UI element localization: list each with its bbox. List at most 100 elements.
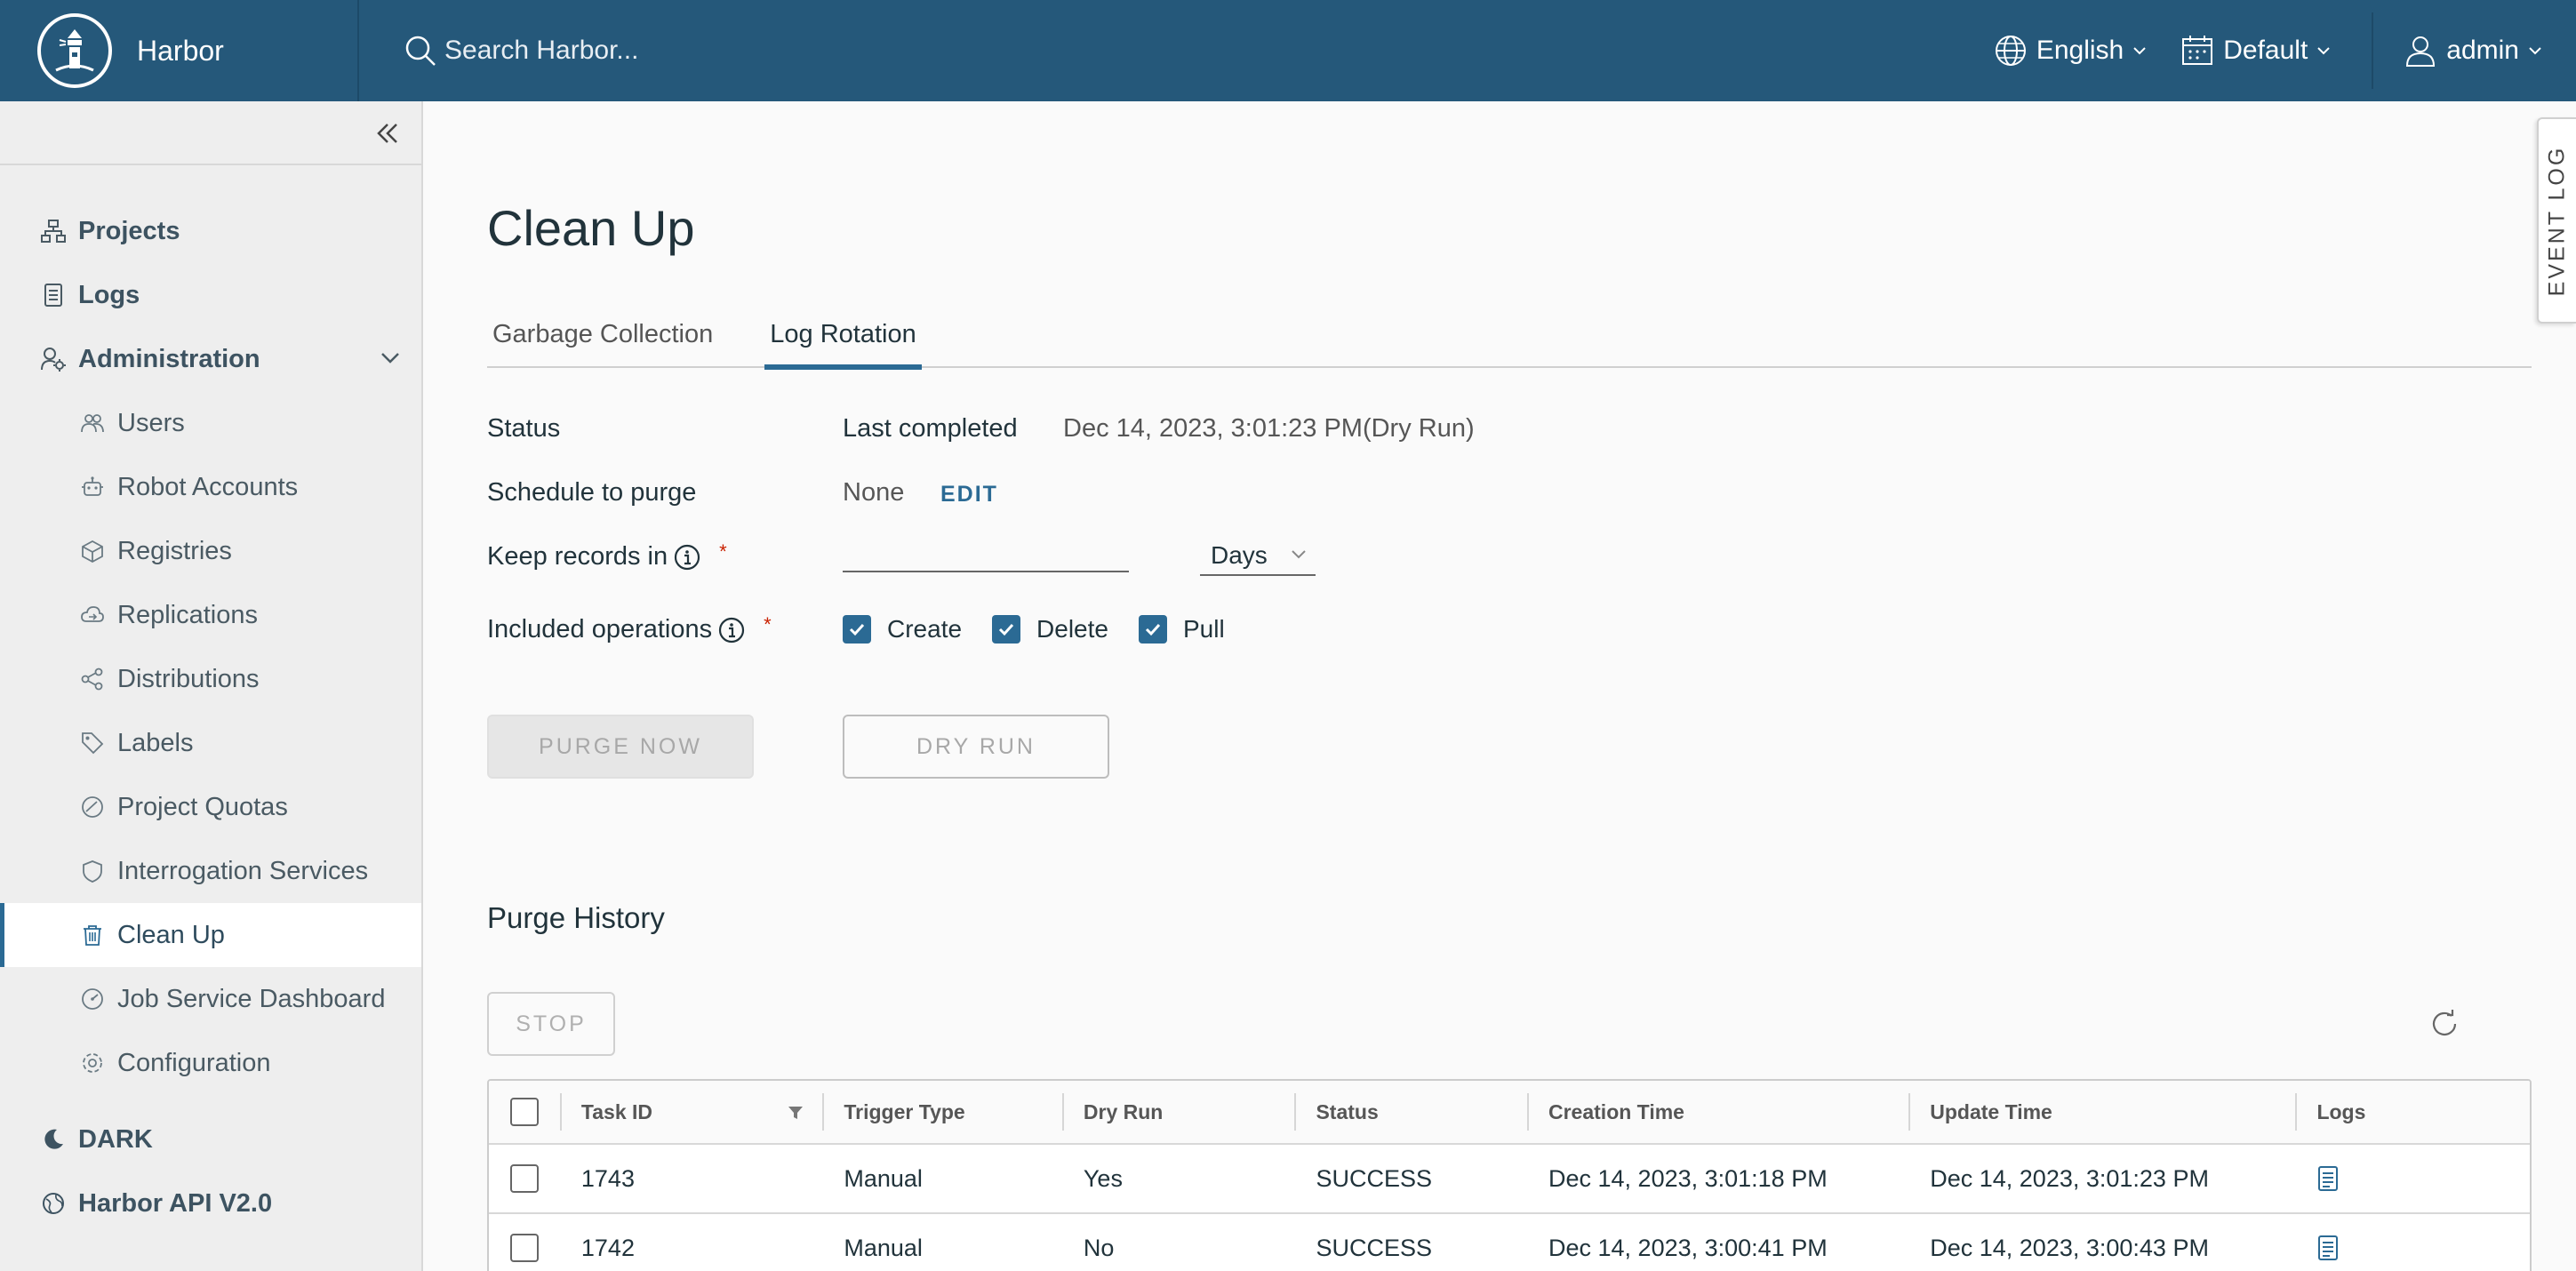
- user-name: admin: [2446, 36, 2519, 65]
- checkbox-label: Delete: [1036, 615, 1108, 643]
- select-all-checkbox[interactable]: [510, 1098, 539, 1126]
- status-label-text: Status: [487, 414, 561, 443]
- search-input[interactable]: [444, 36, 1067, 66]
- keep-records-label-text: Keep records in: [487, 542, 668, 571]
- page-title: Clean Up: [487, 200, 695, 256]
- sidebar-item-label: Projects: [78, 216, 180, 245]
- cell-update-time: Dec 14, 2023, 3:01:23 PM: [1930, 1164, 2209, 1192]
- cell-trigger-type: Manual: [844, 1164, 923, 1192]
- checkbox-delete[interactable]: Delete: [992, 615, 1108, 643]
- sidebar-item-users[interactable]: Users: [0, 391, 421, 455]
- info-icon[interactable]: [673, 543, 701, 572]
- purge-now-button[interactable]: PURGE NOW: [487, 715, 754, 779]
- dark-mode-toggle[interactable]: DARK: [0, 1107, 421, 1171]
- cell-status: SUCCESS: [1316, 1234, 1432, 1261]
- sidebar-item-label: Administration: [78, 344, 260, 373]
- globe-icon: [1994, 34, 2028, 68]
- language-label: English: [2036, 36, 2124, 65]
- keep-records-label: Keep records in *: [487, 540, 727, 572]
- sidebar-item-projects[interactable]: Projects: [0, 199, 421, 263]
- brand[interactable]: Harbor: [0, 0, 359, 101]
- log-file-icon[interactable]: [2316, 1165, 2340, 1192]
- column-logs: Logs: [2295, 1081, 2530, 1143]
- checkmark-icon: [1138, 615, 1167, 643]
- gear-icon: [78, 1049, 107, 1077]
- filter-icon[interactable]: [787, 1104, 804, 1122]
- schedule-label-text: Schedule to purge: [487, 478, 697, 507]
- column-creation-time[interactable]: Creation Time: [1527, 1081, 1908, 1143]
- refresh-icon[interactable]: [2428, 1008, 2460, 1040]
- cell-dry-run: Yes: [1083, 1164, 1123, 1192]
- header-divider: [2372, 12, 2374, 89]
- sidebar-item-configuration[interactable]: Configuration: [0, 1031, 421, 1095]
- purge-history-title: Purge History: [487, 901, 665, 934]
- sidebar-item-label: Replications: [117, 600, 258, 629]
- keep-unit-select[interactable]: Days: [1200, 537, 1316, 576]
- chevron-down-icon: [379, 347, 402, 370]
- sidebar-item-registries[interactable]: Registries: [0, 519, 421, 583]
- cell-creation-time: Dec 14, 2023, 3:01:18 PM: [1548, 1164, 1828, 1192]
- sidebar-item-interrogation-services[interactable]: Interrogation Services: [0, 839, 421, 903]
- column-label: Task ID: [580, 1099, 652, 1123]
- checkbox-pull[interactable]: Pull: [1138, 615, 1225, 643]
- event-log-tab[interactable]: EVENT LOG: [2537, 117, 2576, 324]
- main-content: Clean Up Garbage Collection Log Rotation…: [423, 101, 2576, 1271]
- column-update-time[interactable]: Update Time: [1908, 1081, 2295, 1143]
- scope-dropdown[interactable]: Default: [2180, 34, 2331, 68]
- tab-log-rotation[interactable]: Log Rotation: [764, 315, 923, 370]
- keep-records-input[interactable]: [843, 532, 1129, 572]
- dry-run-button[interactable]: DRY RUN: [843, 715, 1109, 779]
- trash-icon: [78, 921, 107, 949]
- edit-schedule-link[interactable]: EDIT: [940, 482, 998, 508]
- share-icon: [78, 665, 107, 693]
- column-trigger-type[interactable]: Trigger Type: [822, 1081, 1062, 1143]
- moon-icon: [39, 1125, 68, 1154]
- stop-button[interactable]: STOP: [487, 992, 615, 1056]
- harbor-api-link[interactable]: Harbor API V2.0: [0, 1171, 421, 1235]
- calendar-icon: [2180, 34, 2214, 68]
- search-icon[interactable]: [404, 34, 437, 68]
- sidebar-item-label: Users: [117, 408, 185, 437]
- top-header: Harbor English Default admin: [0, 0, 2576, 101]
- column-status[interactable]: Status: [1294, 1081, 1527, 1143]
- tab-garbage-collection[interactable]: Garbage Collection: [487, 315, 718, 368]
- row-checkbox[interactable]: [510, 1164, 539, 1193]
- log-file-icon[interactable]: [2316, 1235, 2340, 1261]
- checkbox-create[interactable]: Create: [843, 615, 962, 643]
- user-menu[interactable]: admin: [2404, 34, 2542, 68]
- sidebar-item-project-quotas[interactable]: Project Quotas: [0, 775, 421, 839]
- registries-icon: [78, 537, 107, 565]
- user-icon: [2404, 34, 2437, 68]
- operations-checkboxes: Create Delete Pull: [843, 615, 1255, 643]
- cloud-replication-icon: [78, 601, 107, 629]
- column-dry-run[interactable]: Dry Run: [1061, 1081, 1295, 1143]
- sidebar-item-distributions[interactable]: Distributions: [0, 647, 421, 711]
- info-icon[interactable]: [717, 616, 746, 644]
- row-select-cell: [489, 1214, 560, 1271]
- double-chevron-left-icon[interactable]: [373, 119, 402, 148]
- sidebar-item-robot-accounts[interactable]: Robot Accounts: [0, 455, 421, 519]
- sidebar-item-logs[interactable]: Logs: [0, 263, 421, 327]
- sidebar-item-job-service-dashboard[interactable]: Job Service Dashboard: [0, 967, 421, 1031]
- sidebar-item-labels[interactable]: Labels: [0, 711, 421, 775]
- row-select-cell: [489, 1145, 560, 1212]
- included-operations-label-text: Included operations: [487, 615, 713, 643]
- status-prefix: Last completed: [843, 414, 1018, 443]
- dark-mode-label: DARK: [78, 1124, 153, 1154]
- sidebar: Projects Logs Administration Users Robot…: [0, 101, 423, 1271]
- cell-trigger-type: Manual: [844, 1234, 923, 1261]
- included-operations-label: Included operations *: [487, 613, 772, 644]
- sidebar-item-administration[interactable]: Administration: [0, 327, 421, 391]
- sidebar-item-clean-up[interactable]: Clean Up: [0, 903, 421, 967]
- gauge-icon: [78, 793, 107, 821]
- checkmark-icon: [843, 615, 871, 643]
- sidebar-item-label: Robot Accounts: [117, 472, 299, 501]
- row-checkbox[interactable]: [510, 1234, 539, 1262]
- sidebar-item-replications[interactable]: Replications: [0, 583, 421, 647]
- column-task-id[interactable]: Task ID: [559, 1081, 822, 1143]
- language-dropdown[interactable]: English: [1994, 34, 2147, 68]
- sidebar-collapse-bar: [0, 101, 421, 165]
- event-log-label: EVENT LOG: [2544, 145, 2570, 296]
- cell-task-id: 1743: [580, 1164, 635, 1192]
- cell-logs: [2295, 1145, 2530, 1212]
